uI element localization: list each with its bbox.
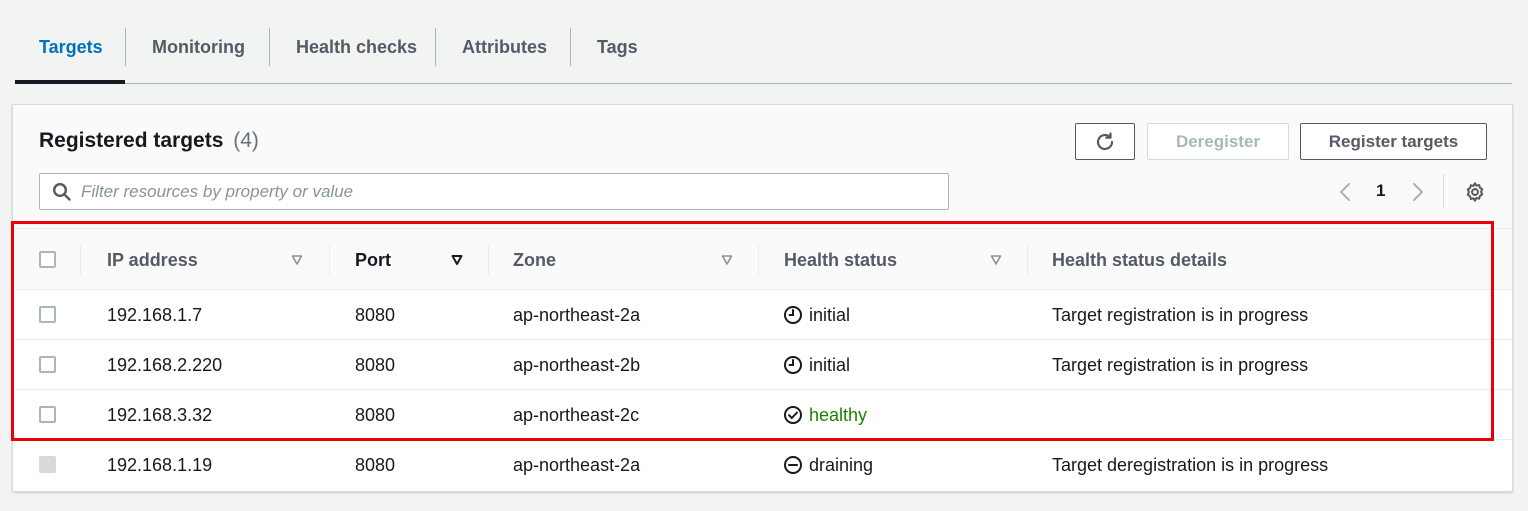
column-header-port[interactable]: Port xyxy=(355,229,391,291)
refresh-icon xyxy=(1096,131,1114,150)
column-header-ip-address[interactable]: IP address xyxy=(107,229,198,291)
table-row[interactable]: 192.168.3.32 8080 ap-northeast-2c health… xyxy=(13,390,1512,440)
search-icon xyxy=(52,182,71,201)
column-divider xyxy=(488,245,489,275)
column-header-zone[interactable]: Zone xyxy=(513,229,556,291)
sort-icon[interactable] xyxy=(721,254,733,266)
zone-cell: ap-northeast-2b xyxy=(513,354,641,375)
tab-attributes[interactable]: Attributes xyxy=(462,28,547,66)
tab-divider xyxy=(435,28,436,66)
column-divider xyxy=(80,245,81,275)
health-status-cell: draining xyxy=(783,440,873,490)
table-row[interactable]: 192.168.1.19 8080 ap-northeast-2a draini… xyxy=(13,440,1512,490)
panel-title-text: Registered targets xyxy=(39,129,224,152)
column-header-health-status-details: Health status details xyxy=(1052,249,1228,270)
page-number[interactable]: 1 xyxy=(1376,181,1385,201)
column-header-health-status[interactable]: Health status xyxy=(784,229,897,291)
clock-icon xyxy=(784,356,802,374)
ip-address-cell: 192.168.2.220 xyxy=(107,354,223,375)
sort-icon[interactable] xyxy=(291,254,303,266)
gear-icon[interactable] xyxy=(1464,181,1486,203)
zone-cell: ap-northeast-2a xyxy=(513,454,641,475)
tab-divider xyxy=(125,28,126,66)
health-status-cell: initial xyxy=(783,340,850,390)
register-targets-button[interactable]: Register targets xyxy=(1300,123,1487,160)
row-checkbox[interactable] xyxy=(39,306,56,323)
port-cell: 8080 xyxy=(355,404,396,425)
tab-targets[interactable]: Targets xyxy=(39,28,103,66)
minus-circle-icon xyxy=(784,456,802,474)
tab-bar: Targets Monitoring Health checks Attribu… xyxy=(15,0,1512,84)
tab-divider xyxy=(570,28,571,66)
clock-icon xyxy=(784,306,802,324)
chevron-right-icon[interactable] xyxy=(1411,181,1425,203)
target-count: (4) xyxy=(233,129,259,152)
panel-header: Registered targets (4) Deregister Regist… xyxy=(13,105,1512,228)
ip-address-cell: 192.168.3.32 xyxy=(107,404,213,425)
tab-tags[interactable]: Tags xyxy=(597,28,638,66)
panel-title: Registered targets (4) xyxy=(39,129,259,153)
health-status-text: draining xyxy=(809,454,874,475)
tab-monitoring[interactable]: Monitoring xyxy=(152,28,245,66)
health-status-cell: initial xyxy=(783,290,850,340)
filter-search-box[interactable] xyxy=(39,173,949,210)
column-divider xyxy=(758,245,759,275)
table-row[interactable]: 192.168.1.7 8080 ap-northeast-2a initial… xyxy=(13,290,1512,340)
chevron-left-icon[interactable] xyxy=(1338,181,1352,203)
row-checkbox[interactable] xyxy=(39,406,56,423)
health-status-details-cell: Target deregistration is in progress xyxy=(1052,454,1329,475)
port-cell: 8080 xyxy=(355,354,396,375)
health-status-details-cell: Target registration is in progress xyxy=(1052,304,1309,325)
filter-input[interactable] xyxy=(81,181,931,202)
active-tab-indicator xyxy=(15,80,125,84)
port-cell: 8080 xyxy=(355,304,396,325)
health-status-text: healthy xyxy=(809,404,868,425)
select-all-checkbox[interactable] xyxy=(39,251,56,268)
deregister-button[interactable]: Deregister xyxy=(1147,123,1289,160)
health-status-cell: healthy xyxy=(783,390,867,440)
sort-icon[interactable] xyxy=(990,254,1002,266)
table-row[interactable]: 192.168.2.220 8080 ap-northeast-2b initi… xyxy=(13,340,1512,390)
row-checkbox-disabled xyxy=(39,456,56,473)
zone-cell: ap-northeast-2a xyxy=(513,304,641,325)
health-status-text: initial xyxy=(809,304,851,325)
table-header: IP address Port Zone Health status Healt… xyxy=(13,228,1512,290)
column-divider xyxy=(329,245,330,275)
column-divider xyxy=(1027,245,1028,275)
tab-health-checks[interactable]: Health checks xyxy=(296,28,417,66)
port-cell: 8080 xyxy=(355,454,396,475)
ip-address-cell: 192.168.1.7 xyxy=(107,304,203,325)
zone-cell: ap-northeast-2c xyxy=(513,404,640,425)
sort-descending-icon[interactable] xyxy=(451,254,463,266)
tab-divider xyxy=(269,28,270,66)
refresh-button[interactable] xyxy=(1075,123,1135,160)
registered-targets-panel: Registered targets (4) Deregister Regist… xyxy=(12,104,1513,492)
ip-address-cell: 192.168.1.19 xyxy=(107,454,213,475)
pager-divider xyxy=(1443,174,1444,208)
health-status-text: initial xyxy=(809,354,851,375)
health-status-details-cell: Target registration is in progress xyxy=(1052,354,1309,375)
row-checkbox[interactable] xyxy=(39,356,56,373)
check-circle-icon xyxy=(784,406,802,424)
